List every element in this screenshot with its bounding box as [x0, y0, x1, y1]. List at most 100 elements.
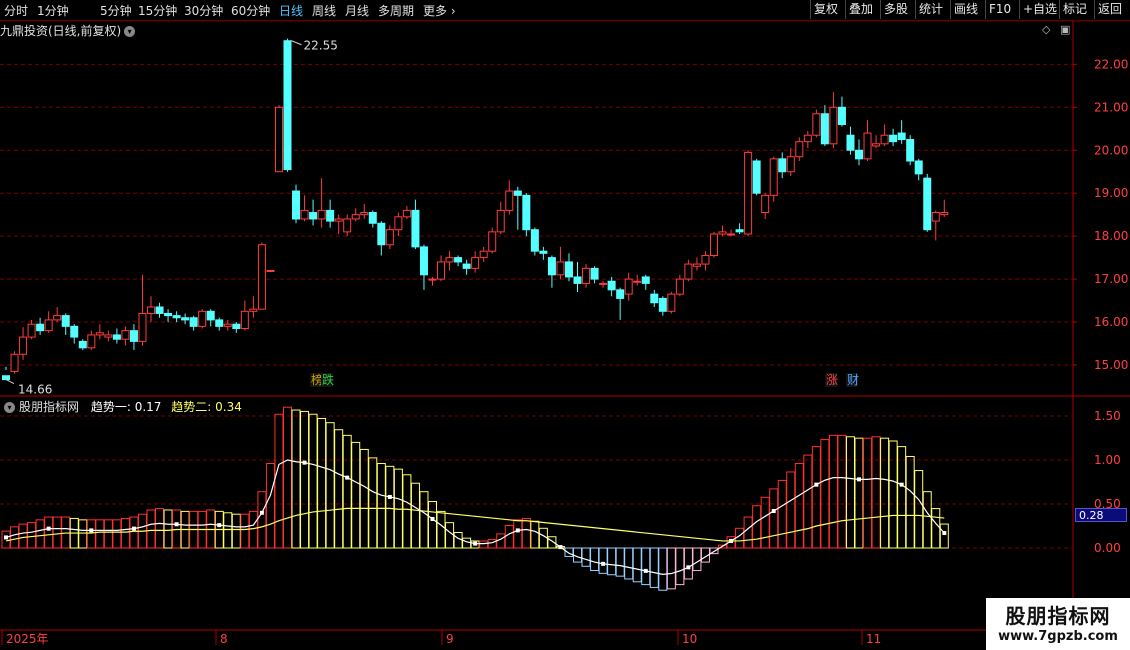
candle-body	[667, 293, 676, 312]
candle-body	[164, 312, 173, 317]
indicator-bar	[120, 517, 130, 549]
indicator-name[interactable]: 股朋指标网	[19, 400, 79, 414]
low-price-label: 14.66	[18, 383, 52, 397]
candle-body	[846, 134, 855, 151]
candle-body	[121, 330, 130, 340]
watermark: 股朋指标网 www.7gpzb.com	[986, 598, 1130, 650]
indicator-bar	[914, 470, 924, 549]
candle-body	[44, 319, 53, 332]
trend1-marker	[771, 509, 776, 514]
candle-body	[795, 141, 804, 158]
indicator-bar	[897, 446, 907, 549]
chart-canvas: 22.00 21.00 20.00 19.00 18.00 17.00 16.00 15.00…	[0, 20, 1130, 646]
indicator-bar	[282, 406, 292, 549]
candle-body	[189, 317, 198, 327]
candle-body	[274, 106, 283, 173]
price-tick-label: 15.00	[1094, 358, 1128, 372]
price-tick-label: 17.00	[1094, 272, 1128, 286]
candle-body	[761, 194, 770, 214]
candle-body	[488, 231, 497, 252]
candle-body	[240, 310, 249, 329]
candle-body	[215, 319, 224, 327]
candle-body	[889, 134, 898, 143]
indicator-bar	[385, 465, 395, 549]
candle-body	[198, 310, 207, 327]
indicator-bar	[649, 547, 659, 588]
indicator-tick-label: 1.00	[1094, 453, 1121, 467]
indicator-bar	[666, 547, 676, 590]
candle-body	[701, 254, 710, 265]
candle-body	[402, 209, 411, 218]
candle-body	[147, 306, 156, 314]
candle-body	[709, 233, 718, 256]
candle-body	[129, 330, 138, 342]
candle-body	[19, 336, 28, 355]
candle-body	[112, 334, 121, 340]
candle-body	[385, 229, 394, 246]
trend1-marker	[601, 561, 606, 566]
candle-body	[650, 293, 659, 304]
trend1-marker	[558, 545, 563, 550]
indicator-bar	[632, 547, 642, 583]
candle-body	[437, 261, 446, 280]
candle-body	[27, 323, 36, 338]
date-label: 8	[220, 632, 228, 646]
indicator-bar	[342, 434, 352, 549]
indicator-bar	[44, 516, 54, 549]
indicator-bar	[86, 519, 96, 549]
indicator-bar	[624, 547, 634, 580]
candle-body	[368, 212, 377, 224]
candle-body	[769, 158, 778, 196]
trend1-marker	[46, 526, 51, 531]
event-tag: 财	[847, 373, 859, 387]
price-tick-label: 18.00	[1094, 229, 1128, 243]
candle-body	[445, 257, 454, 263]
trend1-marker	[345, 475, 350, 480]
candle-body	[812, 113, 821, 136]
chevron-down-icon[interactable]: ▾	[4, 402, 15, 413]
candle-body	[863, 132, 872, 160]
candle-body	[155, 306, 164, 314]
price-tick-label: 21.00	[1094, 100, 1128, 114]
trend2-value: 0.34	[215, 400, 242, 414]
indicator-bar	[871, 436, 881, 549]
candle-body	[897, 132, 906, 141]
candle-body	[923, 177, 932, 231]
indicator-bar	[103, 519, 113, 549]
candle-body	[343, 218, 352, 233]
candle-body	[658, 297, 667, 312]
trend1-marker	[515, 528, 520, 533]
candle-body	[684, 263, 693, 280]
candle-body	[181, 317, 190, 321]
candle-body	[334, 218, 343, 222]
trend1-marker	[387, 494, 392, 499]
indicator-bar	[504, 524, 514, 549]
trend1-marker	[302, 460, 307, 465]
indicator-bar	[760, 496, 770, 549]
indicator-bar	[811, 446, 821, 549]
indicator-bar	[939, 523, 949, 549]
candle-body	[513, 190, 522, 196]
trend1-marker	[217, 523, 222, 528]
indicator-bar	[334, 429, 344, 549]
indicator-bar	[581, 547, 591, 567]
indicator-bar	[479, 540, 489, 549]
candle-body	[744, 151, 753, 235]
candle-body	[803, 134, 812, 143]
candle-body	[633, 280, 642, 283]
trend1-value: 0.17	[134, 400, 162, 414]
candle-body	[505, 190, 514, 211]
indicator-bar	[27, 522, 37, 549]
indicator-bar	[777, 479, 787, 549]
indicator-bar	[223, 512, 233, 549]
trend1-marker	[942, 531, 947, 536]
price-tick-label: 19.00	[1094, 186, 1128, 200]
candle-body	[539, 250, 548, 254]
candle-body	[317, 209, 326, 220]
indicator-bar	[146, 509, 156, 549]
indicator-bar	[231, 513, 241, 549]
candle-body	[223, 323, 232, 327]
trend1-marker	[174, 522, 179, 527]
indicator-bar	[735, 527, 745, 549]
indicator-bar	[769, 488, 779, 549]
